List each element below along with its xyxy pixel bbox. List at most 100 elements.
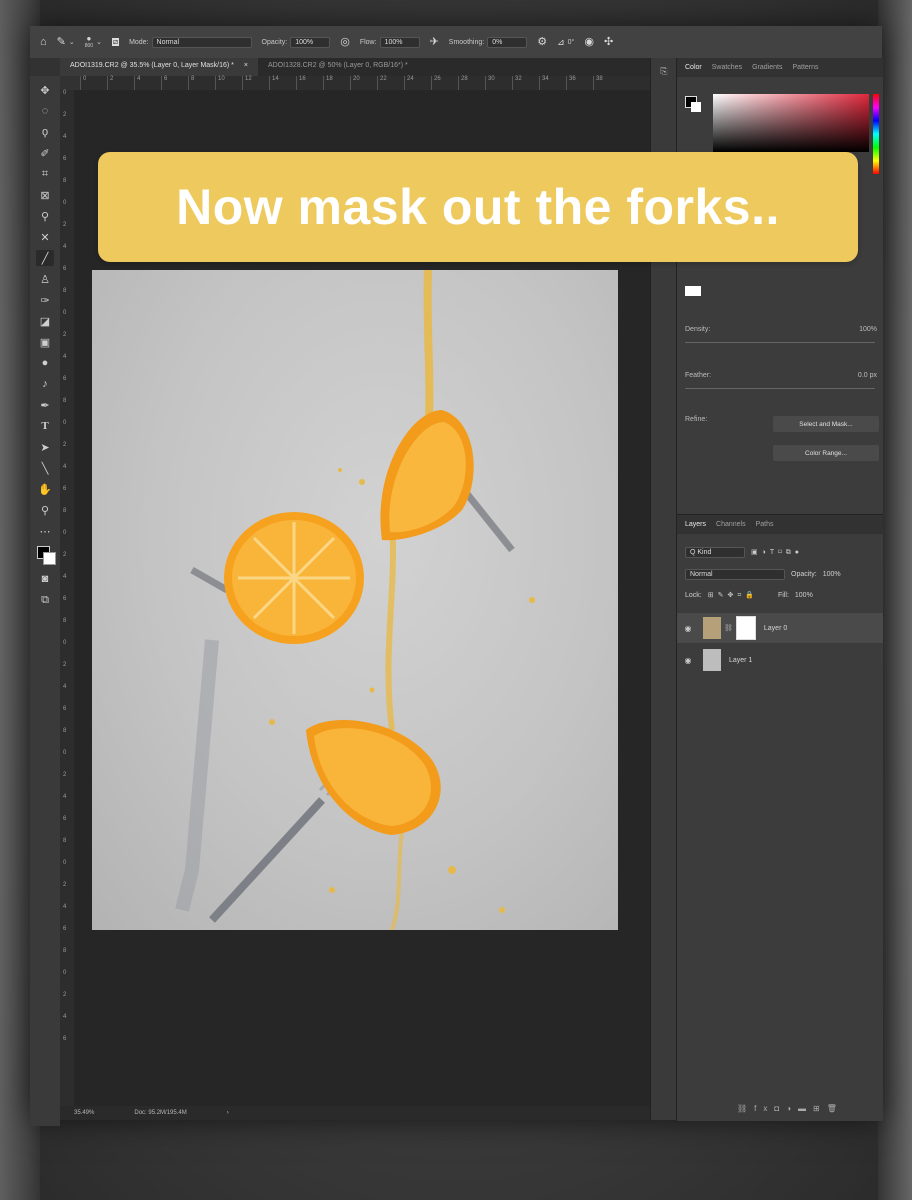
flow-field[interactable]: 100% [379, 36, 420, 48]
type-tool[interactable]: T [36, 418, 54, 434]
ruler-tick-label: 10 [215, 76, 242, 90]
gradient-tool[interactable]: ▣ [36, 334, 54, 350]
density-slider[interactable] [685, 342, 875, 343]
color-picker-field[interactable] [713, 94, 869, 152]
tab-document-1[interactable]: ADOI1319.CR2 @ 35.5% (Layer 0, Layer Mas… [60, 58, 258, 76]
mode-dropdown[interactable]: Normal [151, 36, 252, 48]
smoothing-field[interactable]: 0% [487, 36, 528, 48]
tab-paths[interactable]: Paths [756, 521, 774, 528]
brush-size-value: 800 [84, 43, 94, 49]
layer-thumbnail [703, 617, 721, 639]
layer-kind-filter[interactable]: Q Kind [685, 547, 745, 558]
tab-channels[interactable]: Channels [716, 521, 746, 528]
blend-mode-dropdown[interactable]: Normal [685, 569, 785, 580]
eye-icon[interactable]: ◉ [677, 624, 699, 633]
quick-mask-icon: ◙ [41, 573, 49, 585]
angle-field[interactable]: 0° [568, 39, 575, 46]
lasso-tool[interactable]: ϙ [36, 124, 54, 140]
ruler-tick-label: 20 [350, 76, 377, 90]
move-tool[interactable]: ✥ [36, 82, 54, 98]
line-tool[interactable]: ╲ [36, 460, 54, 476]
ruler-tick-label: 8 [63, 728, 67, 734]
opacity-field[interactable]: 100% [290, 36, 331, 48]
panel-color-swatches[interactable] [685, 96, 705, 116]
brush-settings-button[interactable]: ⧄ [111, 38, 120, 46]
color-range-button[interactable]: Color Range... [773, 445, 879, 461]
ruler-tick-label: 8 [63, 178, 67, 184]
document-canvas[interactable] [92, 270, 618, 930]
eyedropper-tool[interactable]: ⚲ [36, 208, 54, 224]
ruler-tick-label: 4 [63, 464, 67, 470]
fill-value[interactable]: 100% [795, 592, 813, 599]
tab-layers[interactable]: Layers [685, 521, 706, 528]
history-brush-tool[interactable]: ✑ [36, 292, 54, 308]
ruler-tick-label: 6 [63, 376, 67, 382]
layer-row-layer-1[interactable]: ◉ Layer 1 [677, 645, 883, 675]
quick-select-icon: ✐ [40, 147, 50, 160]
tab-document-2[interactable]: ADOI1328.CR2 @ 50% (Layer 0, RGB/16*) * [258, 58, 418, 76]
flow-label: Flow: [359, 38, 377, 46]
ruler-tick-label: 0 [63, 530, 67, 536]
color-swatches[interactable] [35, 544, 56, 566]
ruler-tick-label: 18 [323, 76, 350, 90]
more-tools[interactable]: ⋯ [36, 523, 54, 539]
dodge-tool[interactable]: ♪ [36, 376, 54, 392]
airbrush-button[interactable]: ✈ [430, 36, 439, 48]
eye-icon[interactable]: ◉ [677, 656, 699, 665]
butterfly-icon: ✣ [603, 35, 614, 48]
filter-icons[interactable]: ▣◑T⌑⧉● [751, 548, 803, 557]
ruler-tick-label: 4 [63, 354, 67, 360]
options-bar: ⌂ ✎ ⌄ ● 800 ⌄ ⧄ Mode: Normal Opacity: 100% ◎ … [30, 26, 882, 58]
link-icon[interactable]: ⛓ [724, 624, 733, 632]
feather-value[interactable]: 0.0 px [858, 372, 877, 379]
quick-select-tool[interactable]: ✐ [36, 145, 54, 161]
blur-tool[interactable]: ● [36, 355, 54, 371]
brush-tool-preset[interactable]: ✎ ⌄ [57, 36, 75, 48]
frame-tool[interactable]: ⊠ [36, 187, 54, 203]
ruler-tick-label: 2 [63, 552, 67, 558]
brush-tool[interactable]: ╱ [36, 250, 54, 266]
eraser-tool[interactable]: ◪ [36, 313, 54, 329]
pressure-size-button[interactable]: ◉ [584, 36, 594, 48]
tab-color[interactable]: Color [685, 64, 702, 71]
quick-mask-button[interactable]: ◙ [36, 571, 54, 587]
close-icon[interactable]: × [244, 62, 248, 69]
lock-icons[interactable]: ⊞✎✥⌗🔒 [708, 591, 758, 600]
crop-tool[interactable]: ⌗ [36, 166, 54, 182]
ruler-tick-label: 6 [63, 706, 67, 712]
symmetry-button[interactable]: ✣ [603, 35, 614, 48]
zoom-level[interactable]: 35.49% [74, 1110, 94, 1116]
layer-opacity-value[interactable]: 100% [823, 571, 841, 578]
lasso-icon: ϙ [41, 126, 49, 138]
home-button[interactable]: ⌂ [40, 36, 47, 48]
pen-tool[interactable]: ✒ [36, 397, 54, 413]
layers-bottom-toolbar[interactable]: ⛓fx◘◑▬⊞🗑 [737, 1104, 844, 1113]
tab-gradients[interactable]: Gradients [752, 64, 782, 71]
history-icon[interactable]: ⎘ [657, 66, 671, 77]
brush-size-picker[interactable]: ● 800 ⌄ [84, 35, 102, 50]
marquee-tool[interactable]: ◌ [36, 103, 54, 119]
feather-slider[interactable] [685, 388, 875, 389]
zoom-tool[interactable]: ⚲ [36, 502, 54, 518]
healing-tool[interactable]: ✕ [36, 229, 54, 245]
ruler-tick-label: 14 [269, 76, 296, 90]
pressure-opacity-button[interactable]: ◎ [340, 36, 350, 48]
ruler-tick-label: 4 [63, 904, 67, 910]
density-value[interactable]: 100% [859, 326, 877, 333]
screen-mode-button[interactable]: ⧉ [36, 592, 54, 608]
horizontal-ruler: 0 2 4 6 8 10 12 14 16 18 20 22 24 26 28 30 32 34 36 38 [80, 76, 650, 91]
hand-tool[interactable]: ✋ [36, 481, 54, 497]
select-and-mask-button[interactable]: Select and Mask... [773, 416, 879, 432]
ruler-tick-label: 0 [63, 640, 67, 646]
tab-patterns[interactable]: Patterns [792, 64, 818, 71]
ruler-tick-label: 0 [63, 310, 67, 316]
stamp-tool[interactable]: ♙ [36, 271, 54, 287]
layer-mask-thumbnail[interactable] [735, 616, 756, 640]
status-arrow-icon[interactable]: › [227, 1110, 229, 1116]
path-select-tool[interactable]: ➤ [36, 439, 54, 455]
history-brush-icon: ✑ [40, 294, 50, 307]
hue-slider[interactable] [873, 94, 879, 174]
tab-swatches[interactable]: Swatches [712, 64, 742, 71]
smoothing-options-button[interactable]: ⚙ [537, 36, 547, 48]
layer-row-layer-0[interactable]: ◉ ⛓ Layer 0 [677, 613, 883, 643]
